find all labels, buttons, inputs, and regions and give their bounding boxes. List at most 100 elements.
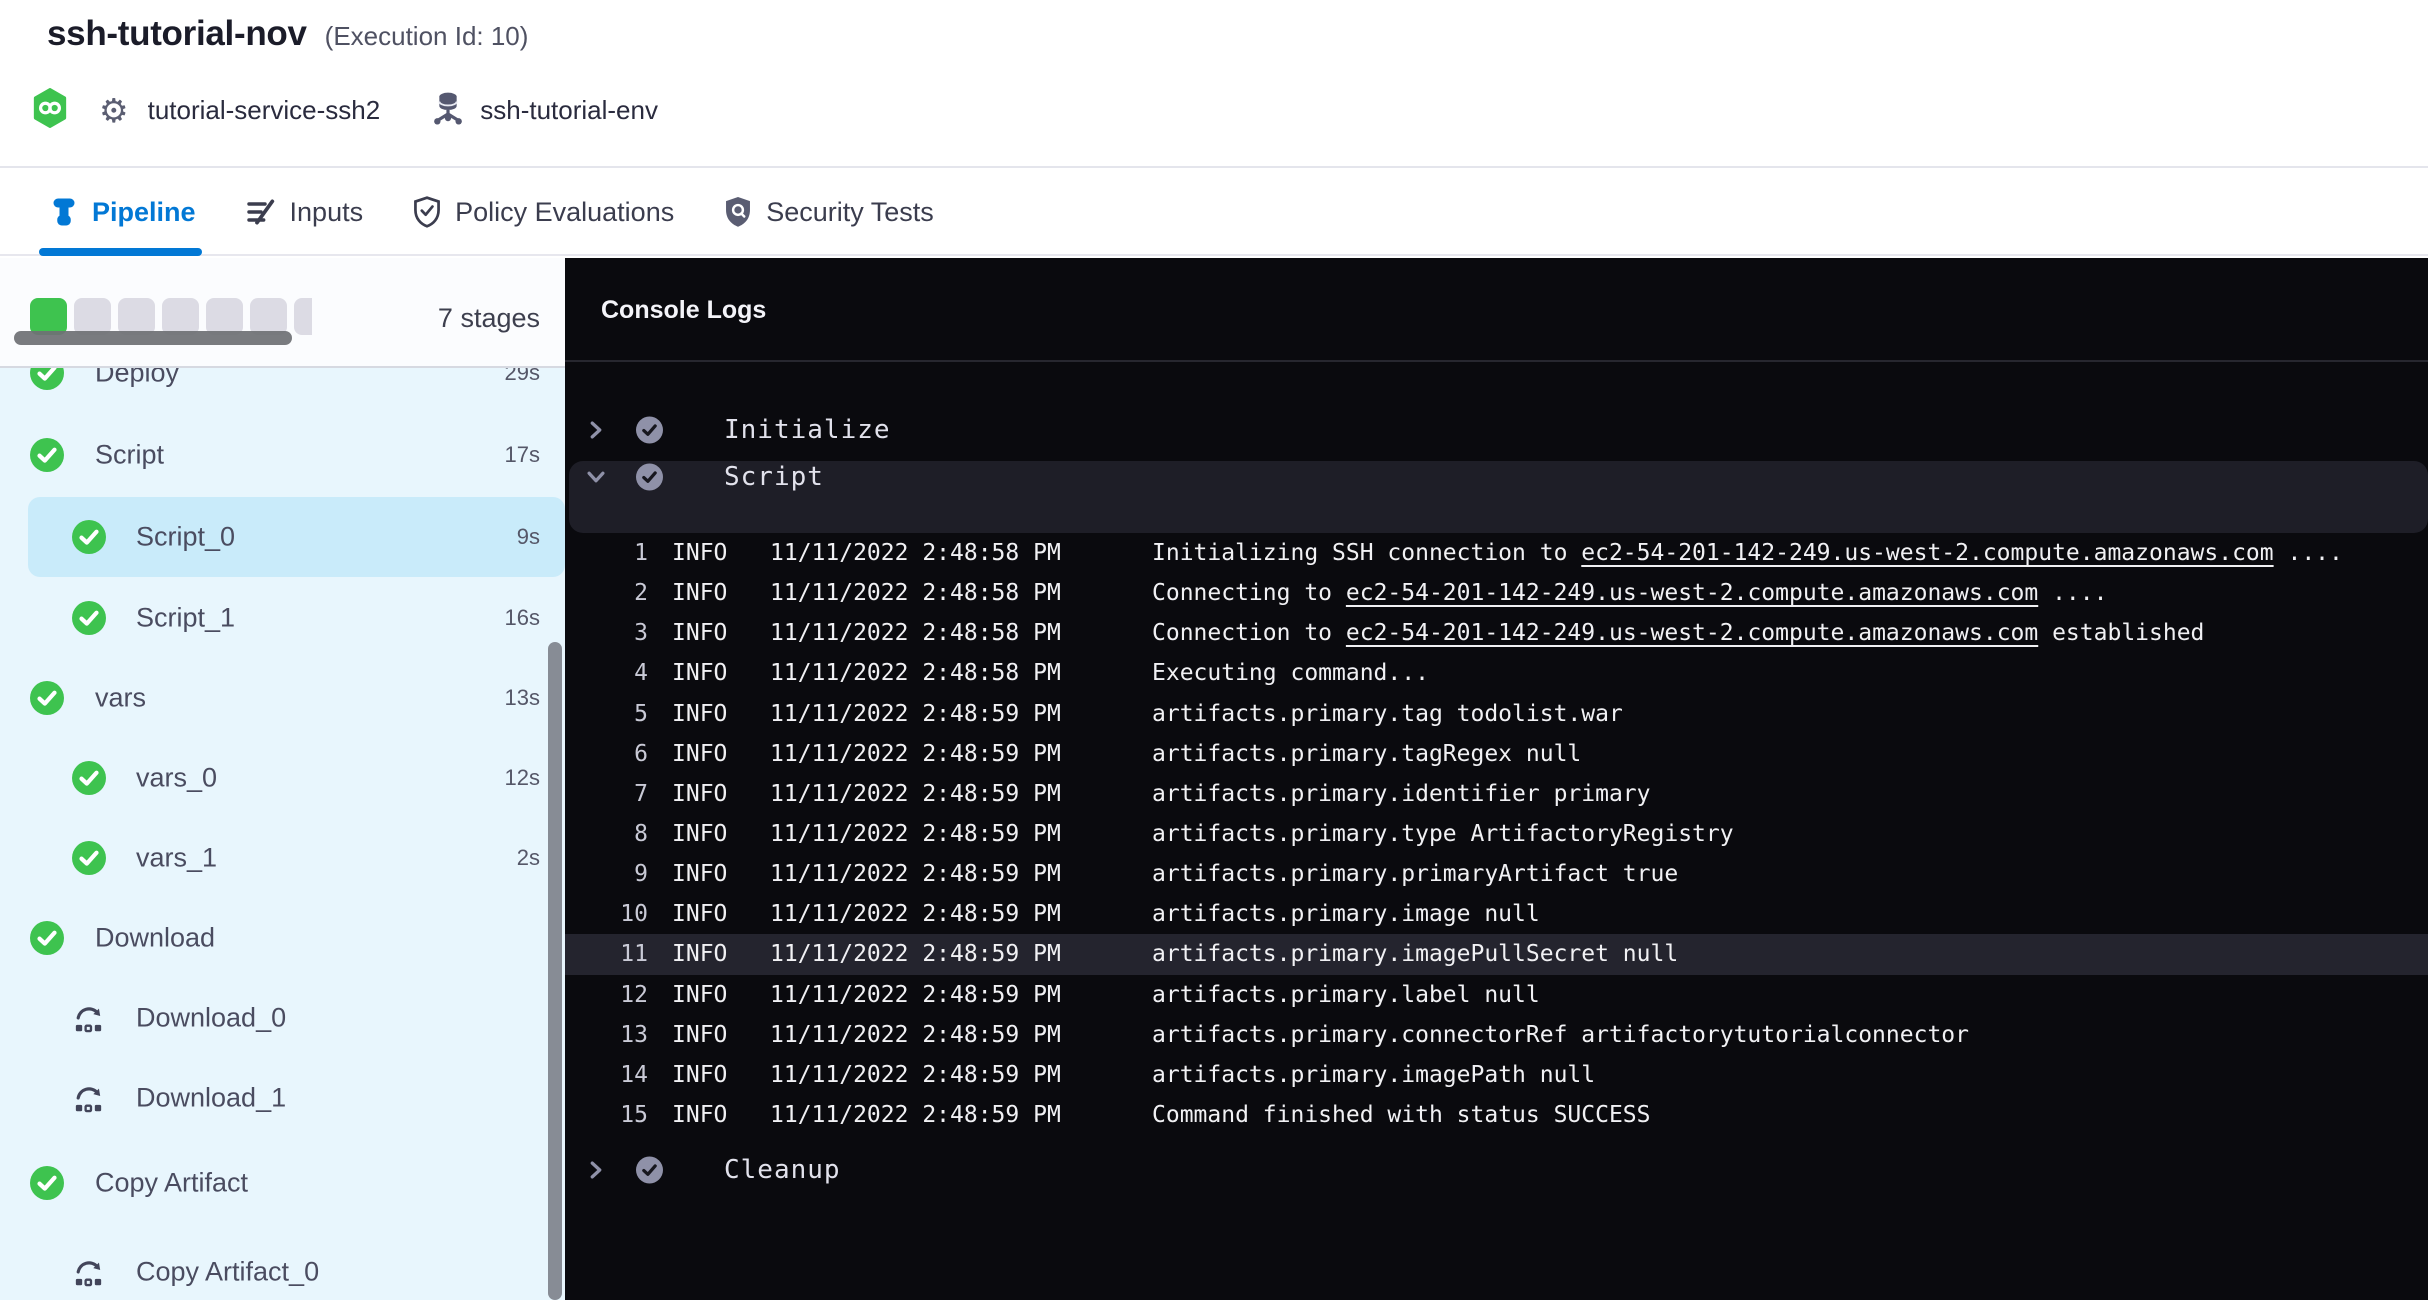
stage-progress-square xyxy=(30,298,67,335)
stage-row[interactable]: Copy Artifact xyxy=(0,1143,565,1223)
log-row: 13INFO11/11/2022 2:48:59 PMartifacts.pri… xyxy=(565,1015,2428,1056)
log-row: 3INFO11/11/2022 2:48:58 PMConnection to … xyxy=(565,613,2428,654)
stage-row[interactable]: Script17s xyxy=(0,415,565,495)
stage-label: Deploy xyxy=(95,368,179,389)
log-timestamp: 11/11/2022 2:48:59 PM xyxy=(770,814,1061,855)
log-section-script[interactable]: Script xyxy=(565,455,2428,499)
title-row: ssh-tutorial-nov (Execution Id: 10) xyxy=(47,14,528,54)
log-level: INFO xyxy=(672,814,727,855)
stage-label: vars xyxy=(95,683,146,714)
vertical-scrollbar[interactable] xyxy=(548,642,562,1300)
log-message: artifacts.primary.tagRegex null xyxy=(1152,734,1581,775)
tab-label: Inputs xyxy=(290,197,364,228)
log-message: artifacts.primary.imagePullSecret null xyxy=(1152,934,1678,975)
stage-progress-square xyxy=(206,298,243,335)
log-message: Initializing SSH connection to ec2-54-20… xyxy=(1152,533,2343,574)
tab-pipeline[interactable]: Pipeline xyxy=(47,170,198,254)
stage-row[interactable]: vars_12s xyxy=(0,818,565,898)
log-line-number: 3 xyxy=(583,613,648,654)
pipeline-icon xyxy=(49,194,79,230)
tab-policy-evaluations[interactable]: Policy Evaluations xyxy=(410,170,676,254)
stage-progress-square xyxy=(162,298,199,335)
log-level: INFO xyxy=(672,854,727,895)
success-badge-icon xyxy=(636,417,663,444)
log-host-link[interactable]: ec2-54-201-142-249.us-west-2.compute.ama… xyxy=(1346,620,2038,646)
check-circle-icon xyxy=(30,1166,64,1200)
pipeline-execution-page: ssh-tutorial-nov (Execution Id: 10) ⚙ tu… xyxy=(0,0,2428,1300)
log-text: artifacts.primary.primaryArtifact true xyxy=(1152,861,1678,887)
log-level: INFO xyxy=(672,1015,727,1056)
gear-icon: ⚙ xyxy=(99,94,129,127)
stage-row[interactable]: Deploy29s xyxy=(0,368,565,413)
log-text: artifacts.primary.imagePullSecret null xyxy=(1152,941,1678,967)
check-circle-icon xyxy=(72,601,106,635)
stage-duration: 16s xyxy=(505,605,540,631)
chevron-down-icon xyxy=(586,467,606,487)
log-row: 14INFO11/11/2022 2:48:59 PMartifacts.pri… xyxy=(565,1055,2428,1096)
stage-label: Copy Artifact_0 xyxy=(136,1257,319,1288)
stage-row[interactable]: Copy Artifact_0 xyxy=(0,1232,565,1300)
service-name[interactable]: tutorial-service-ssh2 xyxy=(148,95,381,126)
log-timestamp: 11/11/2022 2:48:59 PM xyxy=(770,774,1061,815)
stage-progress-square xyxy=(294,298,312,335)
log-line-number: 5 xyxy=(583,694,648,735)
stage-row[interactable]: Download xyxy=(0,898,565,978)
log-row: 12INFO11/11/2022 2:48:59 PMartifacts.pri… xyxy=(565,975,2428,1016)
log-section-label: Cleanup xyxy=(724,1155,841,1185)
log-host-link[interactable]: ec2-54-201-142-249.us-west-2.compute.ama… xyxy=(1346,580,2038,606)
log-text: artifacts.primary.tagRegex null xyxy=(1152,741,1581,767)
log-row: 11INFO11/11/2022 2:48:59 PMartifacts.pri… xyxy=(565,934,2428,975)
log-level: INFO xyxy=(672,774,727,815)
stage-progress-square xyxy=(74,298,111,335)
environment-name[interactable]: ssh-tutorial-env xyxy=(480,95,658,126)
stage-label: Download_1 xyxy=(136,1083,286,1114)
page-title: ssh-tutorial-nov xyxy=(47,14,307,54)
stage-row[interactable]: vars 13s xyxy=(0,658,565,738)
log-message: artifacts.primary.image null xyxy=(1152,894,1540,935)
log-row: 5INFO11/11/2022 2:48:59 PMartifacts.prim… xyxy=(565,694,2428,735)
log-line-number: 8 xyxy=(583,814,648,855)
stage-progress-header: 7 stages xyxy=(0,258,565,368)
log-message: artifacts.primary.imagePath null xyxy=(1152,1055,1595,1096)
stage-list: Deploy29sScript17sScript_09sScript_116sv… xyxy=(0,368,565,1300)
log-text: .... xyxy=(2274,540,2343,566)
log-timestamp: 11/11/2022 2:48:59 PM xyxy=(770,854,1061,895)
tab-label: Pipeline xyxy=(92,197,196,228)
log-level: INFO xyxy=(672,734,727,775)
stage-label: Script xyxy=(95,440,164,471)
stage-label: vars_1 xyxy=(136,843,217,874)
log-row: 10INFO11/11/2022 2:48:59 PMartifacts.pri… xyxy=(565,894,2428,935)
log-message: Connection to ec2-54-201-142-249.us-west… xyxy=(1152,613,2204,654)
stage-row[interactable]: Download_1 xyxy=(0,1058,565,1138)
tab-inputs[interactable]: Inputs xyxy=(243,170,366,254)
tab-label: Policy Evaluations xyxy=(455,197,674,228)
log-line-number: 1 xyxy=(583,533,648,574)
log-text: artifacts.primary.type ArtifactoryRegist… xyxy=(1152,821,1734,847)
log-section-initialize[interactable]: Initialize xyxy=(565,408,2428,452)
stage-duration: 9s xyxy=(517,524,540,550)
policy-shield-icon xyxy=(412,195,442,229)
environment-icon xyxy=(432,90,464,131)
log-level: INFO xyxy=(672,653,727,694)
stage-row[interactable]: Script_0 9s xyxy=(0,497,565,577)
stage-row[interactable]: Script_116s xyxy=(0,578,565,658)
horizontal-scrollbar[interactable] xyxy=(14,331,292,345)
log-level: INFO xyxy=(672,694,727,735)
stage-label: Script_0 xyxy=(136,522,235,553)
tab-security-tests[interactable]: Security Tests xyxy=(721,170,936,254)
log-message: Command finished with status SUCCESS xyxy=(1152,1095,1651,1136)
log-level: INFO xyxy=(672,934,727,975)
log-host-link[interactable]: ec2-54-201-142-249.us-west-2.compute.ama… xyxy=(1581,540,2273,566)
stage-label: Download_0 xyxy=(136,1003,286,1034)
stage-label: Download xyxy=(95,923,215,954)
success-badge-icon xyxy=(636,464,663,491)
stage-row[interactable]: Download_0 xyxy=(0,978,565,1058)
log-text: artifacts.primary.tag todolist.war xyxy=(1152,701,1623,727)
stage-duration: 13s xyxy=(505,685,540,711)
log-timestamp: 11/11/2022 2:48:59 PM xyxy=(770,1095,1061,1136)
stage-row[interactable]: vars_012s xyxy=(0,738,565,818)
execution-id-label: (Execution Id: 10) xyxy=(325,21,529,52)
log-section-cleanup[interactable]: Cleanup xyxy=(565,1148,2428,1192)
log-line-number: 7 xyxy=(583,774,648,815)
log-level: INFO xyxy=(672,573,727,614)
